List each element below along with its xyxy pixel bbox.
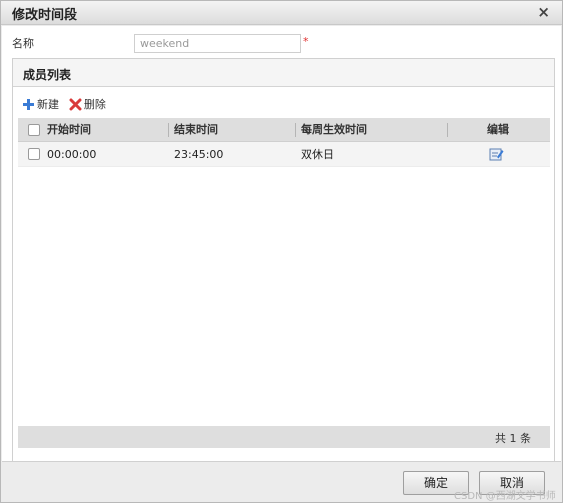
dialog-body: 名称 * 成员列表 新建 删除 — [2, 26, 561, 462]
cell-weekly-days: 双休日 — [301, 148, 334, 161]
add-icon — [23, 98, 34, 110]
table-row[interactable]: 00:00:00 23:45:00 双休日 — [18, 142, 550, 167]
grid-footer: 共 1 条 — [18, 426, 550, 448]
column-separator — [168, 123, 169, 137]
close-icon[interactable]: × — [537, 3, 550, 21]
member-list-panel: 成员列表 新建 删除 开始时间 结束时间 每周生效时间 编辑 00:00:00 … — [12, 58, 555, 462]
column-header-days[interactable]: 每周生效时间 — [301, 118, 367, 142]
name-label: 名称 — [12, 37, 34, 50]
cell-end-time: 23:45:00 — [174, 148, 224, 161]
name-input[interactable] — [134, 34, 301, 53]
required-mark: * — [303, 35, 309, 48]
member-grid: 开始时间 结束时间 每周生效时间 编辑 00:00:00 23:45:00 双休… — [18, 118, 550, 167]
watermark: CSDN @西湖文学书师 — [454, 491, 556, 502]
column-header-end[interactable]: 结束时间 — [174, 118, 218, 142]
column-separator — [295, 123, 296, 137]
record-count: 共 1 条 — [495, 432, 531, 445]
dialog-titlebar: 修改时间段 × — [1, 1, 562, 25]
edit-icon[interactable] — [489, 147, 504, 161]
new-button-label: 新建 — [37, 98, 59, 111]
delete-button[interactable]: 删除 — [69, 96, 106, 112]
panel-title: 成员列表 — [23, 68, 72, 82]
grid-toolbar: 新建 删除 — [22, 96, 112, 112]
column-header-start[interactable]: 开始时间 — [47, 118, 91, 142]
edit-time-period-dialog: 修改时间段 × 名称 * 成员列表 新建 — [0, 0, 563, 503]
cell-start-time: 00:00:00 — [47, 148, 97, 161]
row-checkbox[interactable] — [28, 148, 40, 160]
dialog-title: 修改时间段 — [12, 8, 78, 23]
panel-header: 成员列表 — [13, 59, 554, 87]
delete-icon — [69, 98, 82, 110]
delete-button-label: 删除 — [83, 98, 106, 111]
new-button[interactable]: 新建 — [22, 96, 59, 112]
column-header-edit: 编辑 — [487, 123, 509, 136]
grid-header: 开始时间 结束时间 每周生效时间 编辑 — [18, 118, 550, 142]
column-separator — [447, 123, 448, 137]
select-all-checkbox[interactable] — [28, 124, 40, 136]
